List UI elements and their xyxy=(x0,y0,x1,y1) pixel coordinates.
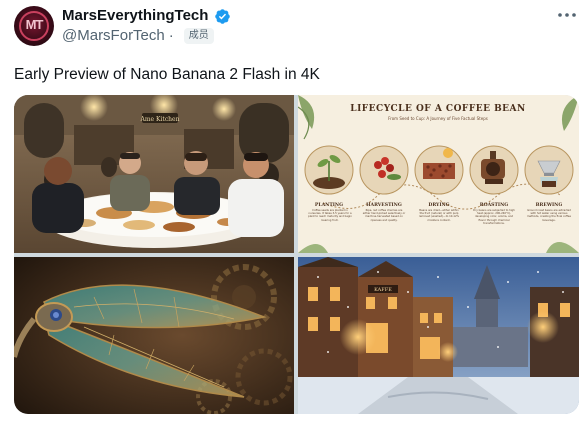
verified-badge-icon[interactable] xyxy=(214,8,231,25)
handle-row: @MarsForTech · 成员 xyxy=(62,27,214,45)
infographic-title: LIFECYCLE OF A COFFEE BEAN xyxy=(350,104,526,114)
media-image-restaurant[interactable]: Ame Kitchen xyxy=(14,95,294,253)
separator-dot: · xyxy=(168,27,174,44)
stage-name-brewing: BREWING xyxy=(536,202,563,208)
tweet-text: Early Preview of Nano Banana 2 Flash in … xyxy=(14,66,320,83)
media-image-snowy-street[interactable]: KAFFE xyxy=(298,257,579,414)
stage-caption-drying: Beans are dried—either within the fruit … xyxy=(418,209,460,222)
stage-caption-roasting: Dry beans are subjected to high heat (ap… xyxy=(473,209,515,225)
avatar-initials: MT xyxy=(25,17,44,32)
media-image-infographic[interactable]: LIFECYCLE OF A COFFEE BEAN From Seed to … xyxy=(298,95,579,253)
handle[interactable]: @MarsForTech xyxy=(62,27,165,44)
avatar[interactable]: MT xyxy=(14,6,54,46)
street-sign: KAFFE xyxy=(374,287,392,293)
stage-caption-harvesting: Ripe, red coffee cherries are either han… xyxy=(362,209,406,222)
more-options-icon[interactable] xyxy=(557,8,577,22)
restaurant-sign: Ame Kitchen xyxy=(140,116,180,123)
media-image-dragonfly[interactable] xyxy=(14,257,294,414)
stage-name-drying: DRYING xyxy=(428,202,449,208)
stage-caption-brewing: Ground roast beans are extracted with ho… xyxy=(527,209,571,222)
stage-name-harvesting: HARVESTING xyxy=(366,202,402,208)
media-grid: Ame Kitchen LIFECYCLE OF A COFFEE BEAN F… xyxy=(14,95,579,414)
infographic-subtitle: From Seed to Cup: A Journey of Five Fact… xyxy=(388,116,488,121)
stage-name-roasting: ROASTING xyxy=(480,202,508,208)
member-badge[interactable]: 成员 xyxy=(183,28,214,44)
stage-name-planting: PLANTING xyxy=(315,202,343,208)
display-name[interactable]: MarsEverythingTech xyxy=(62,7,208,25)
stage-caption-planting: Coffee seeds are planted in nurseries. I… xyxy=(308,209,352,222)
